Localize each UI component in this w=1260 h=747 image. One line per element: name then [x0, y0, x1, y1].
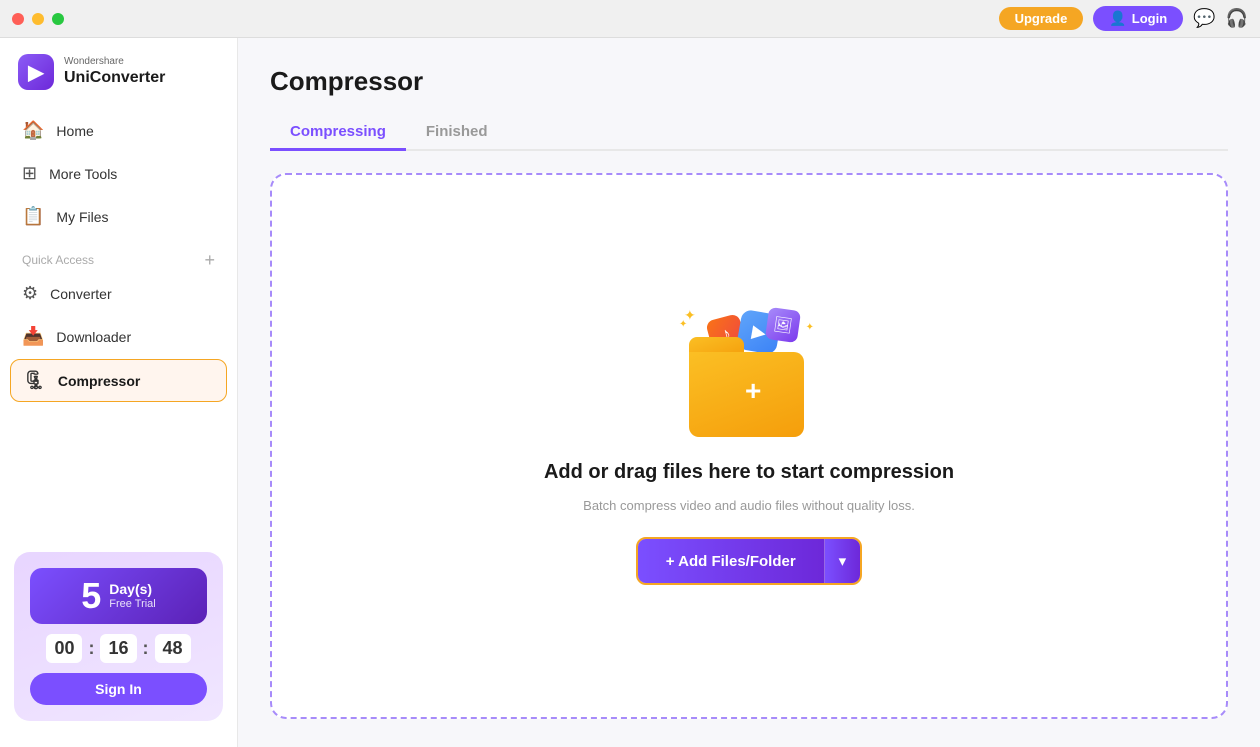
drop-sub-text: Batch compress video and audio files wit… [583, 498, 915, 513]
tabs: Compressing Finished [270, 115, 1228, 151]
sidebar-logo: ▶ Wondershare UniConverter [0, 54, 237, 110]
logo-icon-symbol: ▶ [28, 60, 43, 85]
upgrade-button[interactable]: Upgrade [999, 7, 1084, 30]
quick-access-section: Quick Access + [0, 237, 237, 273]
main-content: Compressor Compressing Finished ✦ ✦ ✦ ♪ … [238, 38, 1260, 747]
compressor-icon: 🗜 [23, 370, 46, 391]
trial-timer: 00 : 16 : 48 [46, 634, 190, 663]
my-files-icon: 📋 [22, 206, 44, 227]
add-files-chevron-button[interactable]: ▾ [824, 539, 861, 583]
sign-in-button[interactable]: Sign In [30, 673, 207, 705]
timer-minutes: 16 [100, 634, 136, 663]
sidebar-item-my-files[interactable]: 📋 My Files [10, 196, 227, 237]
maximize-button[interactable] [52, 13, 64, 25]
timer-hours: 00 [46, 634, 82, 663]
drop-main-text: Add or drag files here to start compress… [544, 461, 954, 484]
logo-icon: ▶ [18, 54, 54, 90]
image-icon: 🖼 [765, 307, 801, 343]
tab-compressing[interactable]: Compressing [270, 115, 406, 151]
sidebar-item-home[interactable]: 🏠 Home [10, 110, 227, 151]
logo-name: UniConverter [64, 68, 165, 87]
quick-access-add-button[interactable]: + [204, 251, 215, 269]
sidebar-item-converter[interactable]: ⚙ Converter [10, 273, 227, 314]
sparkle-icon-2: ✦ [679, 319, 687, 330]
add-files-button[interactable]: + Add Files/Folder [638, 539, 824, 583]
chat-icon[interactable]: 💬 [1193, 8, 1215, 29]
trial-days-label: Day(s) [109, 581, 155, 598]
sidebar-nav: 🏠 Home ⊞ More Tools 📋 My Files [0, 110, 237, 237]
user-icon: 👤 [1109, 10, 1126, 27]
converter-icon: ⚙ [22, 283, 38, 304]
sidebar-item-label: Converter [50, 286, 111, 302]
app-body: ▶ Wondershare UniConverter 🏠 Home ⊞ More… [0, 38, 1260, 747]
sparkle-icon-3: ✦ [806, 322, 814, 333]
sidebar-item-downloader[interactable]: 📥 Downloader [10, 316, 227, 357]
sidebar-item-label: Compressor [58, 373, 140, 389]
drop-zone[interactable]: ✦ ✦ ✦ ♪ ▶ 🖼 + Add or drag files here to … [270, 173, 1228, 719]
folder-body: + [689, 352, 804, 437]
login-button[interactable]: 👤 Login [1093, 6, 1183, 31]
login-label: Login [1132, 11, 1167, 26]
downloader-icon: 📥 [22, 326, 44, 347]
logo-brand: Wondershare [64, 56, 165, 68]
tab-finished[interactable]: Finished [406, 115, 508, 151]
minimize-button[interactable] [32, 13, 44, 25]
headphone-icon[interactable]: 🎧 [1226, 8, 1248, 29]
logo-text: Wondershare UniConverter [64, 56, 165, 87]
title-bar: Upgrade 👤 Login 💬 🎧 [0, 0, 1260, 38]
quick-access-nav: ⚙ Converter 📥 Downloader 🗜 Compressor [0, 273, 237, 402]
page-title: Compressor [270, 66, 1228, 97]
sidebar: ▶ Wondershare UniConverter 🏠 Home ⊞ More… [0, 38, 238, 747]
drop-illustration: ✦ ✦ ✦ ♪ ▶ 🖼 + [679, 307, 819, 437]
timer-seconds: 48 [155, 634, 191, 663]
trial-days-number: 5 [81, 578, 101, 614]
sidebar-item-label: Downloader [56, 329, 131, 345]
sidebar-item-more-tools[interactable]: ⊞ More Tools [10, 153, 227, 194]
trial-free-label: Free Trial [109, 598, 155, 611]
title-bar-actions: Upgrade 👤 Login 💬 🎧 [999, 6, 1248, 31]
trial-label: Day(s) Free Trial [109, 581, 155, 611]
timer-colon-1: : [88, 638, 94, 659]
home-icon: 🏠 [22, 120, 44, 141]
sidebar-item-label: More Tools [49, 166, 117, 182]
folder-plus-icon: + [745, 375, 761, 407]
trial-days-badge: 5 Day(s) Free Trial [30, 568, 207, 624]
trial-card: 5 Day(s) Free Trial 00 : 16 : 48 Sign In [14, 552, 223, 721]
timer-colon-2: : [143, 638, 149, 659]
sidebar-item-compressor[interactable]: 🗜 Compressor [10, 359, 227, 402]
add-files-row: + Add Files/Folder ▾ [636, 537, 862, 585]
quick-access-label: Quick Access [22, 253, 94, 267]
more-tools-icon: ⊞ [22, 163, 37, 184]
sidebar-item-label: Home [56, 123, 93, 139]
sidebar-item-label: My Files [56, 209, 108, 225]
close-button[interactable] [12, 13, 24, 25]
